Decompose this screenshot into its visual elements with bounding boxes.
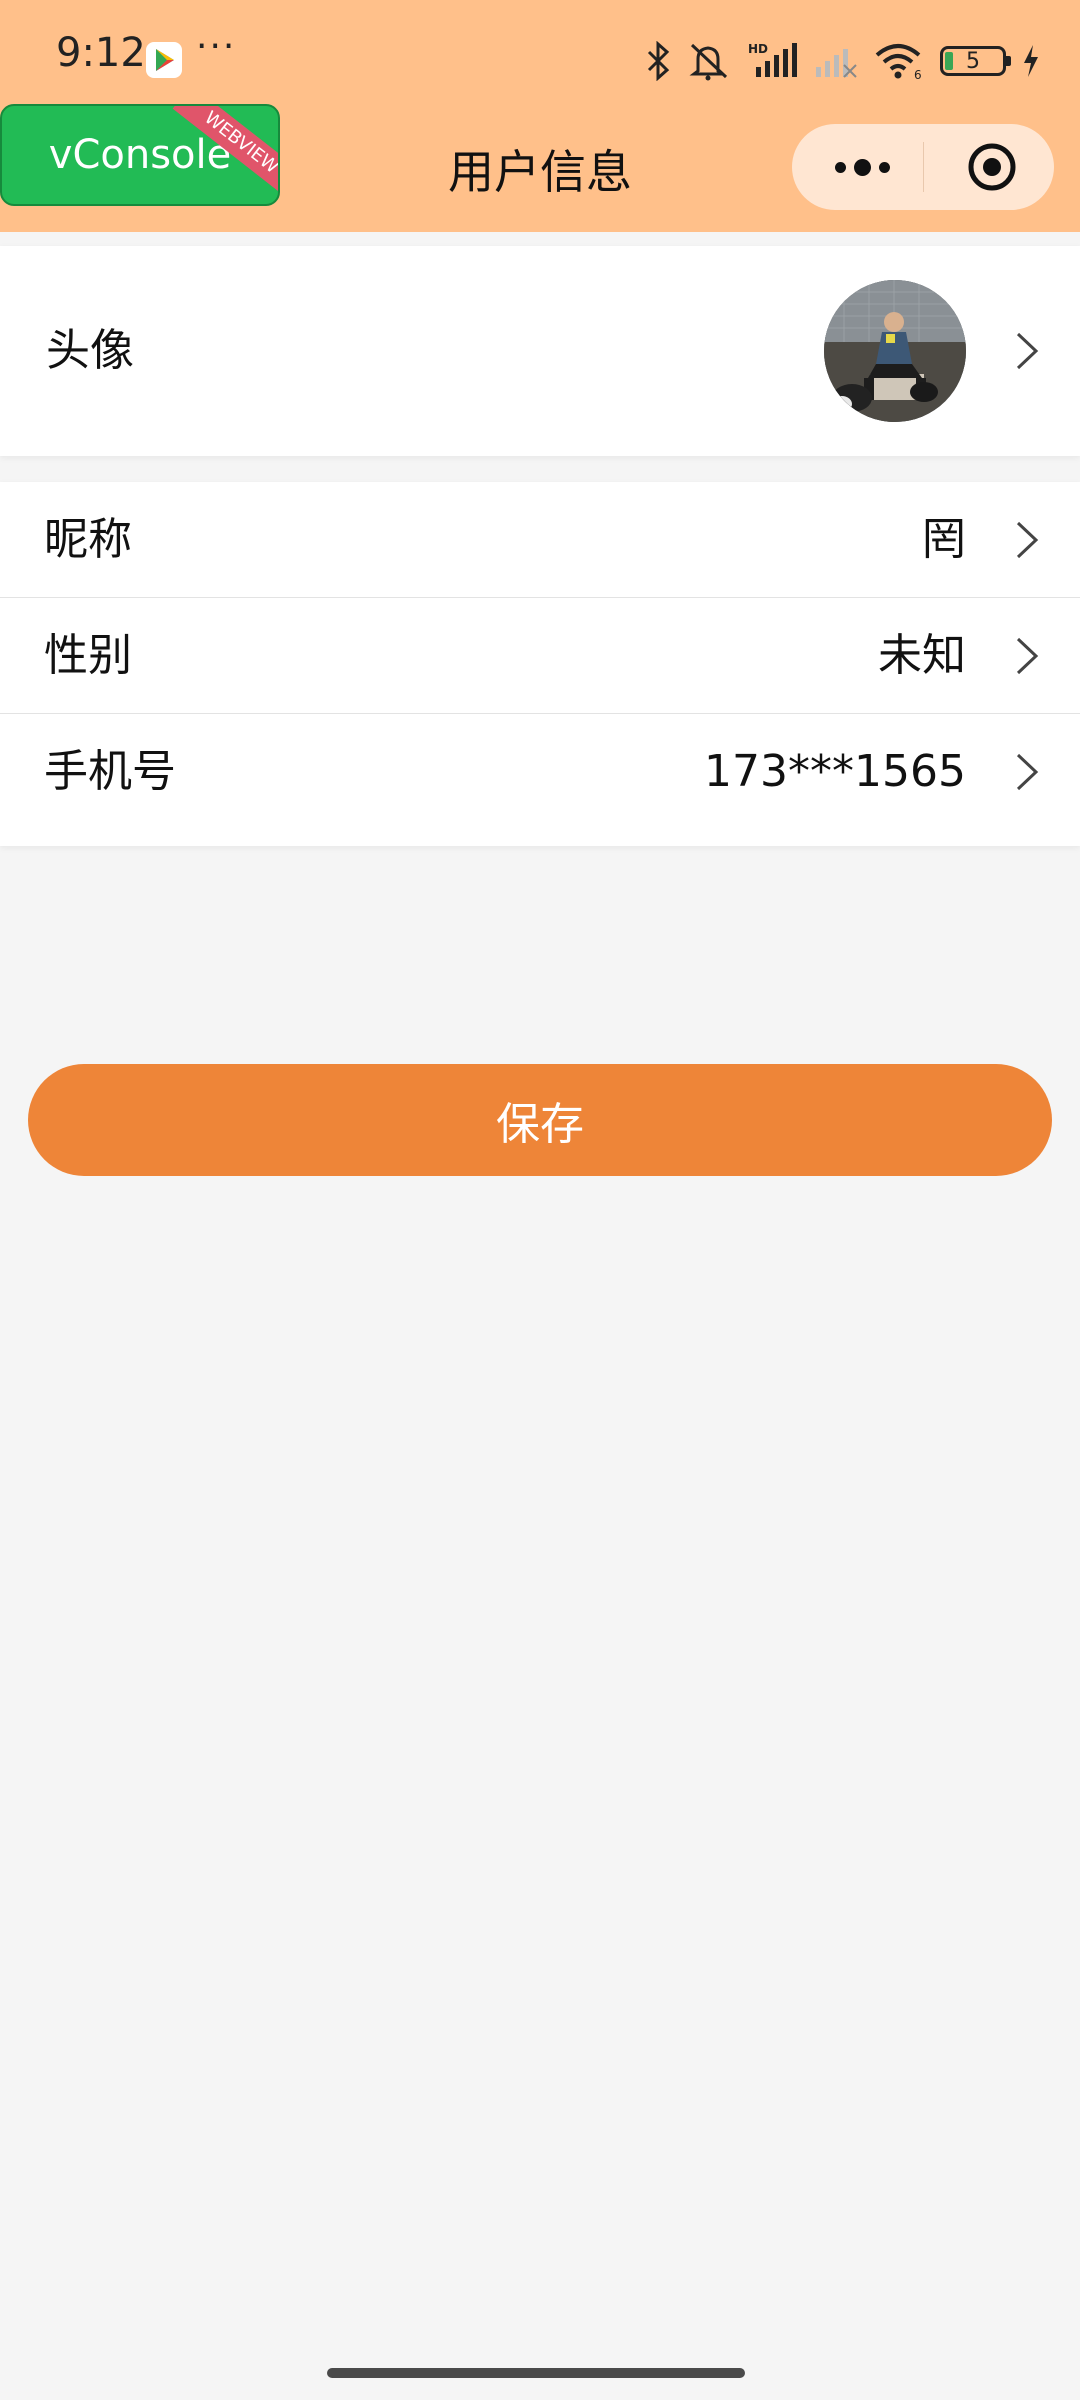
profile-info-card: 昵称 罔 性别 未知 手机号 173***1565	[0, 482, 1080, 846]
mute-icon	[688, 41, 732, 81]
nickname-row[interactable]: 昵称 罔	[0, 482, 1080, 598]
more-menu-button[interactable]	[812, 124, 912, 210]
nickname-value: 罔	[922, 514, 966, 565]
home-indicator[interactable]	[327, 2368, 745, 2378]
more-dots-icon	[834, 161, 846, 173]
status-time: 9:12	[56, 30, 146, 76]
phone-value: 173***1565	[704, 746, 966, 797]
target-close-icon	[968, 143, 1016, 191]
phone-label: 手机号	[44, 746, 176, 797]
status-more-dots: ···	[196, 26, 237, 67]
close-mini-program-button[interactable]	[942, 124, 1042, 210]
wifi-icon: 6	[874, 41, 924, 81]
phone-row[interactable]: 手机号 173***1565	[0, 714, 1080, 830]
chevron-right-icon	[1016, 332, 1039, 370]
chevron-right-icon	[1016, 521, 1039, 559]
bluetooth-icon	[646, 41, 672, 81]
avatar-row[interactable]: 头像	[0, 246, 1080, 456]
svg-text:HD: HD	[748, 42, 768, 56]
header: 9:12 ··· HD 6 5 vConsole WEBVIEW 用户信息	[0, 0, 1080, 232]
gender-row[interactable]: 性别 未知	[0, 598, 1080, 714]
gender-label: 性别	[44, 630, 132, 681]
gender-value: 未知	[878, 630, 966, 681]
capsule-divider	[923, 142, 924, 192]
save-button-label: 保存	[496, 1099, 584, 1150]
status-icons: HD 6 5	[646, 36, 1040, 86]
save-button[interactable]: 保存	[28, 1064, 1052, 1176]
status-bar: 9:12 ··· HD 6 5	[0, 0, 1080, 118]
battery-icon: 5	[940, 46, 1011, 76]
nickname-label: 昵称	[44, 514, 132, 565]
avatar[interactable]	[824, 280, 966, 422]
avatar-label: 头像	[46, 325, 134, 376]
play-store-icon	[146, 42, 182, 78]
avatar-card: 头像	[0, 246, 1080, 456]
chevron-right-icon	[1016, 753, 1039, 791]
hd-signal-icon: HD	[748, 41, 798, 81]
signal-icon	[814, 41, 858, 81]
charging-icon	[1022, 44, 1040, 78]
battery-level: 5	[966, 48, 980, 74]
svg-text:6: 6	[914, 68, 922, 81]
mini-program-capsule	[792, 124, 1054, 210]
chevron-right-icon	[1016, 637, 1039, 675]
